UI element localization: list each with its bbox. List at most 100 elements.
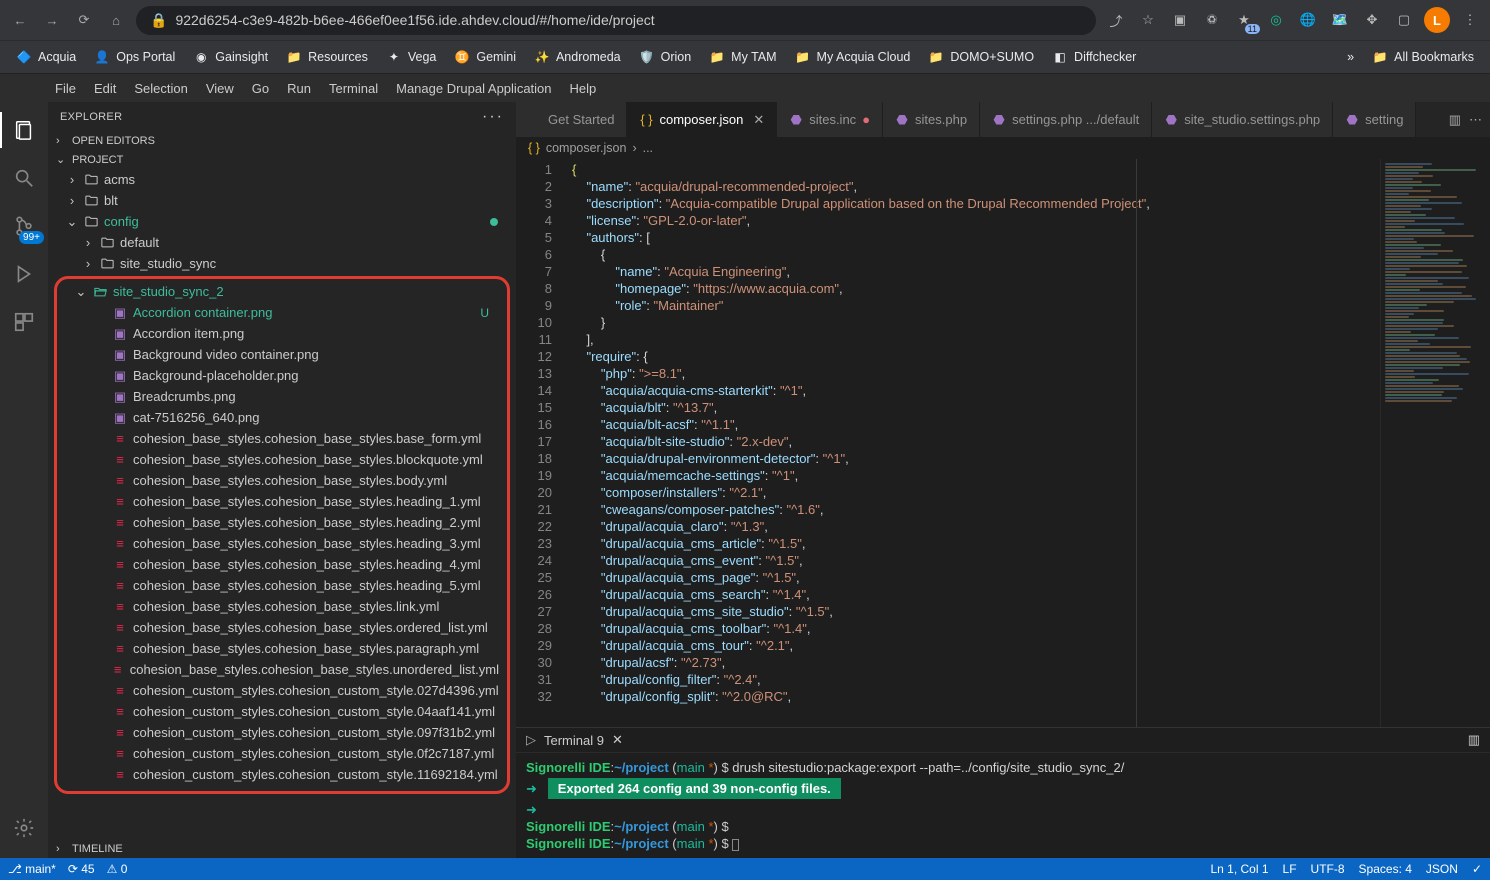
file-row[interactable]: ≡cohesion_custom_styles.cohesion_custom_…: [57, 722, 507, 743]
bookmark-item[interactable]: 📁DOMO+SUMO: [922, 46, 1040, 68]
menu-icon[interactable]: ⋮: [1458, 8, 1482, 32]
profile-avatar[interactable]: L: [1424, 7, 1450, 33]
warn-indicator[interactable]: ⚠ 0: [107, 862, 128, 876]
source-control-activity[interactable]: 99+: [0, 204, 48, 248]
editor-tab[interactable]: { }composer.json✕: [627, 102, 777, 137]
editor-tab[interactable]: ⬣setting: [1333, 102, 1416, 137]
grammarly-icon[interactable]: ◎: [1264, 8, 1288, 32]
folder-row[interactable]: ›acms: [48, 169, 516, 190]
more-icon[interactable]: ⋯: [1469, 112, 1482, 128]
editor-tab[interactable]: ⬣settings.php .../default: [980, 102, 1152, 137]
maps-icon[interactable]: 🗺️: [1328, 8, 1352, 32]
run-activity[interactable]: [0, 252, 48, 296]
bookmarks-more[interactable]: »: [1341, 47, 1360, 67]
file-row[interactable]: ≡cohesion_base_styles.cohesion_base_styl…: [57, 512, 507, 533]
globe-icon[interactable]: 🌐: [1296, 8, 1320, 32]
menu-item[interactable]: Manage Drupal Application: [396, 81, 551, 96]
file-row[interactable]: ▣Accordion item.png: [57, 323, 507, 344]
bookmark-item[interactable]: ✨Andromeda: [528, 46, 627, 68]
back-button[interactable]: ←: [8, 8, 32, 32]
camera-icon[interactable]: ▣: [1168, 8, 1192, 32]
file-row[interactable]: ≡cohesion_base_styles.cohesion_base_styl…: [57, 575, 507, 596]
bookmark-item[interactable]: 🛡️Orion: [633, 46, 698, 68]
address-bar[interactable]: 🔒 922d6254-c3e9-482b-b6ee-466ef0ee1f56.i…: [136, 6, 1096, 35]
explorer-activity[interactable]: [0, 108, 48, 152]
file-row[interactable]: ≡cohesion_base_styles.cohesion_base_styl…: [57, 428, 507, 449]
file-row[interactable]: ≡cohesion_custom_styles.cohesion_custom_…: [57, 680, 507, 701]
status-item[interactable]: Spaces: 4: [1359, 862, 1412, 876]
file-row[interactable]: ▣Background-placeholder.png: [57, 365, 507, 386]
status-item[interactable]: ✓: [1472, 862, 1482, 876]
forward-button[interactable]: →: [40, 8, 64, 32]
file-row[interactable]: ▣Breadcrumbs.png: [57, 386, 507, 407]
file-row[interactable]: ≡cohesion_base_styles.cohesion_base_styl…: [57, 659, 507, 680]
code-editor[interactable]: 1234567891011121314151617181920212223242…: [516, 159, 1490, 727]
menu-item[interactable]: Terminal: [329, 81, 378, 96]
menu-item[interactable]: Edit: [94, 81, 116, 96]
terminal-close-icon[interactable]: ✕: [612, 732, 623, 748]
split-icon[interactable]: ▥: [1449, 112, 1461, 128]
all-bookmarks[interactable]: 📁All Bookmarks: [1366, 46, 1480, 68]
file-row[interactable]: ≡cohesion_custom_styles.cohesion_custom_…: [57, 701, 507, 722]
search-activity[interactable]: [0, 156, 48, 200]
menu-item[interactable]: Help: [570, 81, 597, 96]
folder-row[interactable]: ›site_studio_sync: [48, 253, 516, 274]
minimap[interactable]: [1380, 159, 1490, 727]
menu-item[interactable]: Run: [287, 81, 311, 96]
folder-row[interactable]: ›blt: [48, 190, 516, 211]
file-row[interactable]: ≡cohesion_base_styles.cohesion_base_styl…: [57, 638, 507, 659]
editor-tab[interactable]: ⬣site_studio.settings.php: [1152, 102, 1333, 137]
file-row[interactable]: ≡cohesion_custom_styles.cohesion_custom_…: [57, 743, 507, 764]
menu-item[interactable]: Selection: [134, 81, 187, 96]
share-icon[interactable]: ⤴: [1104, 8, 1128, 32]
bookmark-item[interactable]: 📁Resources: [280, 46, 374, 68]
file-row[interactable]: ≡cohesion_base_styles.cohesion_base_styl…: [57, 554, 507, 575]
recycle-icon[interactable]: ♽: [1200, 8, 1224, 32]
status-item[interactable]: UTF-8: [1311, 862, 1345, 876]
project-section[interactable]: ⌄PROJECT: [48, 150, 516, 169]
open-editors-section[interactable]: ›OPEN EDITORS: [48, 132, 516, 150]
terminal-body[interactable]: Signorelli IDE:~/project (main *) $ drus…: [516, 753, 1490, 858]
editor-tab[interactable]: Get Started: [516, 102, 627, 137]
reload-button[interactable]: ⟳: [72, 8, 96, 32]
settings-activity[interactable]: [0, 806, 48, 850]
file-row[interactable]: ≡cohesion_base_styles.cohesion_base_styl…: [57, 491, 507, 512]
explorer-more-icon[interactable]: ···: [482, 108, 504, 126]
bookmark-item[interactable]: ♊Gemini: [448, 46, 522, 68]
file-row[interactable]: ▣Background video container.png: [57, 344, 507, 365]
extensions-icon[interactable]: ★11: [1232, 8, 1256, 32]
timeline-section[interactable]: ›TIMELINE: [48, 840, 516, 858]
editor-tab[interactable]: ⬣sites.inc●: [777, 102, 883, 137]
code-content[interactable]: { "name": "acquia/drupal-recommended-pro…: [566, 159, 1380, 727]
status-item[interactable]: JSON: [1426, 862, 1458, 876]
file-row[interactable]: ≡cohesion_custom_styles.cohesion_custom_…: [57, 764, 507, 785]
file-row[interactable]: ≡cohesion_base_styles.cohesion_base_styl…: [57, 449, 507, 470]
terminal-title[interactable]: Terminal 9: [544, 733, 604, 748]
problems-icon[interactable]: ▷: [526, 732, 536, 748]
menu-item[interactable]: File: [55, 81, 76, 96]
editor-tab[interactable]: ⬣sites.php: [883, 102, 980, 137]
file-row[interactable]: ≡cohesion_base_styles.cohesion_base_styl…: [57, 617, 507, 638]
star-icon[interactable]: ☆: [1136, 8, 1160, 32]
file-row[interactable]: ≡cohesion_base_styles.cohesion_base_styl…: [57, 596, 507, 617]
folder-row[interactable]: ›default: [48, 232, 516, 253]
bookmark-item[interactable]: 👤Ops Portal: [88, 46, 181, 68]
bookmark-item[interactable]: 📁My TAM: [703, 46, 782, 68]
folder-row[interactable]: ⌄site_studio_sync_2: [57, 281, 507, 302]
sync-indicator[interactable]: ⟳ 45: [68, 862, 95, 876]
bookmark-item[interactable]: ◉Gainsight: [187, 46, 274, 68]
terminal-split-icon[interactable]: ▥: [1468, 732, 1480, 748]
branch-indicator[interactable]: ⎇ main*: [8, 862, 56, 876]
close-icon[interactable]: ✕: [753, 112, 764, 128]
panel-icon[interactable]: ▢: [1392, 8, 1416, 32]
file-row[interactable]: ≡cohesion_base_styles.cohesion_base_styl…: [57, 470, 507, 491]
file-row[interactable]: ▣cat-7516256_640.png: [57, 407, 507, 428]
file-row[interactable]: ≡cohesion_base_styles.cohesion_base_styl…: [57, 533, 507, 554]
puzzle-icon[interactable]: ✥: [1360, 8, 1384, 32]
status-item[interactable]: LF: [1283, 862, 1297, 876]
menu-item[interactable]: Go: [252, 81, 269, 96]
bookmark-item[interactable]: ✦Vega: [380, 46, 443, 68]
file-row[interactable]: ▣Accordion container.pngU: [57, 302, 507, 323]
bookmark-item[interactable]: 📁My Acquia Cloud: [789, 46, 917, 68]
status-item[interactable]: Ln 1, Col 1: [1210, 862, 1268, 876]
